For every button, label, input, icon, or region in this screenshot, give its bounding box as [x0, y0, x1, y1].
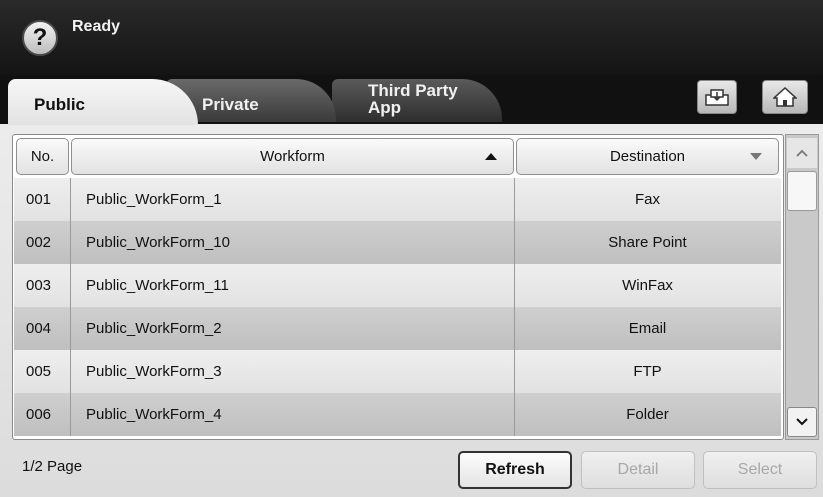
cell-destination: Email	[628, 320, 667, 337]
help-button[interactable]: ?	[22, 20, 58, 56]
table-row[interactable]: 003 Public_WorkForm_11 WinFax	[14, 264, 781, 307]
scroll-up-button[interactable]	[787, 138, 817, 168]
cell-destination: FTP	[633, 363, 662, 380]
column-divider	[514, 221, 515, 264]
cell-workform: Public_WorkForm_4	[86, 406, 222, 423]
status-bar: ? Ready	[0, 0, 823, 75]
scroll-thumb[interactable]	[787, 171, 817, 211]
tray-button[interactable]	[697, 80, 737, 114]
column-divider	[514, 350, 515, 393]
column-divider	[70, 307, 71, 350]
column-label: Workform	[260, 148, 325, 165]
column-header-destination[interactable]: Destination	[516, 138, 779, 175]
table-row[interactable]: 004 Public_WorkForm_2 Email	[14, 307, 781, 350]
cell-destination: Fax	[634, 191, 660, 208]
chevron-up-icon	[796, 149, 808, 157]
detail-button[interactable]: Detail	[581, 451, 695, 489]
select-button[interactable]: Select	[703, 451, 817, 489]
sort-ascending-icon	[485, 153, 497, 160]
column-divider	[70, 350, 71, 393]
column-label: Destination	[609, 148, 686, 165]
column-divider	[70, 178, 71, 221]
column-divider	[70, 393, 71, 436]
cell-destination: Share Point	[608, 234, 687, 251]
cell-no: 002	[26, 234, 52, 251]
cell-no: 004	[26, 320, 52, 337]
tray-icon	[705, 89, 729, 106]
cell-workform: Public_WorkForm_10	[86, 234, 230, 251]
chevron-down-icon	[796, 418, 808, 426]
tab-label: Public	[34, 95, 86, 114]
table-row[interactable]: 002 Public_WorkForm_10 Share Point	[14, 221, 781, 264]
cell-no: 005	[26, 363, 52, 380]
table-row[interactable]: 006 Public_WorkForm_4 Folder	[14, 393, 781, 436]
column-divider	[514, 307, 515, 350]
tab-third-party-app[interactable]: Third Party App	[332, 79, 502, 122]
table-row[interactable]: 001 Public_WorkForm_1 Fax	[14, 178, 781, 221]
scroll-down-button[interactable]	[787, 407, 817, 437]
cell-workform: Public_WorkForm_3	[86, 363, 222, 380]
cell-no: 001	[26, 191, 52, 208]
column-divider	[70, 264, 71, 307]
cell-workform: Public_WorkForm_11	[86, 277, 229, 294]
column-divider	[514, 393, 515, 436]
column-header-no[interactable]: No.	[16, 138, 69, 175]
refresh-button[interactable]: Refresh	[458, 451, 572, 489]
cell-no: 003	[26, 277, 52, 294]
table-row[interactable]: 005 Public_WorkForm_3 FTP	[14, 350, 781, 393]
page-indicator: 1/2 Page	[22, 458, 83, 475]
cell-workform: Public_WorkForm_1	[86, 191, 222, 208]
home-button[interactable]	[762, 80, 808, 114]
sort-descending-icon	[750, 153, 762, 160]
column-divider	[514, 264, 515, 307]
column-header-workform[interactable]: Workform	[71, 138, 514, 175]
column-divider	[514, 178, 515, 221]
cell-no: 006	[26, 406, 52, 423]
home-icon	[773, 87, 797, 107]
column-label: No.	[30, 148, 55, 165]
column-divider	[70, 221, 71, 264]
cell-destination: WinFax	[622, 277, 673, 294]
tab-public[interactable]: Public	[8, 79, 198, 125]
cell-destination: Folder	[626, 406, 669, 423]
help-icon: ?	[32, 24, 48, 51]
tab-label: Private	[202, 95, 259, 114]
status-text: Ready	[72, 18, 121, 35]
cell-workform: Public_WorkForm_2	[86, 320, 222, 337]
tab-label: Third Party App	[368, 81, 458, 117]
